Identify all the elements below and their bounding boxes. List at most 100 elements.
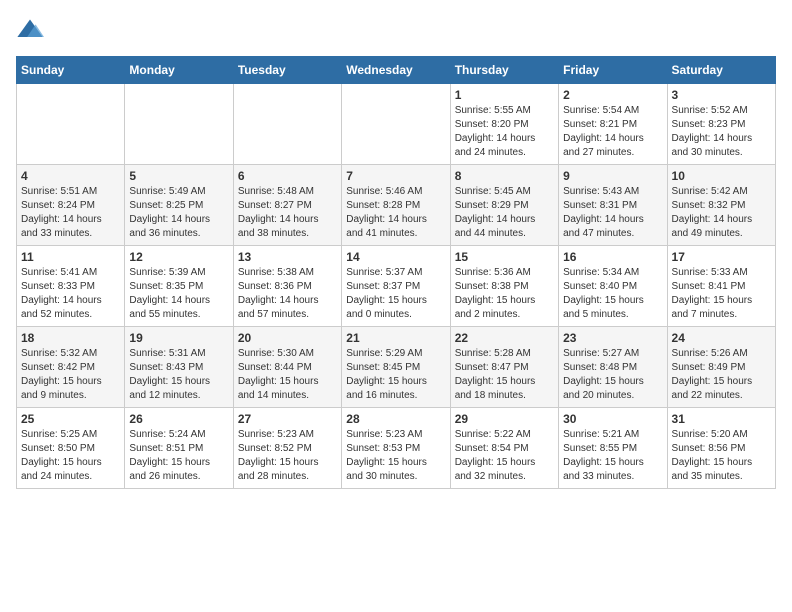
header-thursday: Thursday	[450, 57, 558, 84]
day-number: 8	[455, 169, 554, 183]
header-wednesday: Wednesday	[342, 57, 450, 84]
day-number: 25	[21, 412, 120, 426]
day-number: 17	[672, 250, 771, 264]
calendar-cell: 6 Sunrise: 5:48 AM Sunset: 8:27 PM Daylig…	[233, 165, 341, 246]
calendar-cell: 9 Sunrise: 5:43 AM Sunset: 8:31 PM Daylig…	[559, 165, 667, 246]
day-info: Sunrise: 5:33 AM Sunset: 8:41 PM Dayligh…	[672, 266, 771, 322]
calendar-week-row: 11 Sunrise: 5:41 AM Sunset: 8:33 PM Dayli…	[17, 246, 776, 327]
calendar-cell: 20 Sunrise: 5:30 AM Sunset: 8:44 PM Dayli…	[233, 327, 341, 408]
day-info: Sunrise: 5:21 AM Sunset: 8:55 PM Dayligh…	[563, 428, 662, 484]
day-info: Sunrise: 5:55 AM Sunset: 8:20 PM Dayligh…	[455, 104, 554, 160]
day-number: 6	[238, 169, 337, 183]
day-info: Sunrise: 5:22 AM Sunset: 8:54 PM Dayligh…	[455, 428, 554, 484]
day-info: Sunrise: 5:41 AM Sunset: 8:33 PM Dayligh…	[21, 266, 120, 322]
day-number: 10	[672, 169, 771, 183]
calendar-cell: 14 Sunrise: 5:37 AM Sunset: 8:37 PM Dayli…	[342, 246, 450, 327]
day-number: 4	[21, 169, 120, 183]
header-tuesday: Tuesday	[233, 57, 341, 84]
day-info: Sunrise: 5:43 AM Sunset: 8:31 PM Dayligh…	[563, 185, 662, 241]
calendar-header-row: SundayMondayTuesdayWednesdayThursdayFrid…	[17, 57, 776, 84]
day-info: Sunrise: 5:23 AM Sunset: 8:52 PM Dayligh…	[238, 428, 337, 484]
day-info: Sunrise: 5:24 AM Sunset: 8:51 PM Dayligh…	[129, 428, 228, 484]
day-number: 24	[672, 331, 771, 345]
calendar-cell: 2 Sunrise: 5:54 AM Sunset: 8:21 PM Daylig…	[559, 84, 667, 165]
day-number: 31	[672, 412, 771, 426]
day-number: 27	[238, 412, 337, 426]
page-header	[16, 16, 776, 44]
calendar-week-row: 4 Sunrise: 5:51 AM Sunset: 8:24 PM Daylig…	[17, 165, 776, 246]
calendar-cell: 17 Sunrise: 5:33 AM Sunset: 8:41 PM Dayli…	[667, 246, 775, 327]
calendar-cell: 7 Sunrise: 5:46 AM Sunset: 8:28 PM Daylig…	[342, 165, 450, 246]
calendar-cell: 28 Sunrise: 5:23 AM Sunset: 8:53 PM Dayli…	[342, 408, 450, 489]
calendar-cell: 21 Sunrise: 5:29 AM Sunset: 8:45 PM Dayli…	[342, 327, 450, 408]
calendar-cell: 1 Sunrise: 5:55 AM Sunset: 8:20 PM Daylig…	[450, 84, 558, 165]
calendar-cell: 25Sunrise: 5:25 AM Sunset: 8:50 PM Dayli…	[17, 408, 125, 489]
calendar-cell: 3Sunrise: 5:52 AM Sunset: 8:23 PM Daylig…	[667, 84, 775, 165]
calendar-cell: 30 Sunrise: 5:21 AM Sunset: 8:55 PM Dayli…	[559, 408, 667, 489]
day-info: Sunrise: 5:29 AM Sunset: 8:45 PM Dayligh…	[346, 347, 445, 403]
header-saturday: Saturday	[667, 57, 775, 84]
calendar-cell: 24 Sunrise: 5:26 AM Sunset: 8:49 PM Dayli…	[667, 327, 775, 408]
day-info: Sunrise: 5:23 AM Sunset: 8:53 PM Dayligh…	[346, 428, 445, 484]
day-number: 28	[346, 412, 445, 426]
day-info: Sunrise: 5:26 AM Sunset: 8:49 PM Dayligh…	[672, 347, 771, 403]
day-number: 14	[346, 250, 445, 264]
day-number: 20	[238, 331, 337, 345]
calendar-cell	[17, 84, 125, 165]
logo-icon	[16, 16, 44, 44]
day-info: Sunrise: 5:28 AM Sunset: 8:47 PM Dayligh…	[455, 347, 554, 403]
day-number: 29	[455, 412, 554, 426]
day-info: Sunrise: 5:38 AM Sunset: 8:36 PM Dayligh…	[238, 266, 337, 322]
calendar-cell	[342, 84, 450, 165]
day-number: 15	[455, 250, 554, 264]
header-sunday: Sunday	[17, 57, 125, 84]
day-info: Sunrise: 5:36 AM Sunset: 8:38 PM Dayligh…	[455, 266, 554, 322]
day-info: Sunrise: 5:32 AM Sunset: 8:42 PM Dayligh…	[21, 347, 120, 403]
calendar-cell: 29 Sunrise: 5:22 AM Sunset: 8:54 PM Dayli…	[450, 408, 558, 489]
day-info: Sunrise: 5:42 AM Sunset: 8:32 PM Dayligh…	[672, 185, 771, 241]
day-number: 16	[563, 250, 662, 264]
calendar-cell: 27 Sunrise: 5:23 AM Sunset: 8:52 PM Dayli…	[233, 408, 341, 489]
day-number: 23	[563, 331, 662, 345]
day-number: 3	[672, 88, 771, 102]
calendar-cell: 13 Sunrise: 5:38 AM Sunset: 8:36 PM Dayli…	[233, 246, 341, 327]
day-number: 30	[563, 412, 662, 426]
calendar-cell: 19 Sunrise: 5:31 AM Sunset: 8:43 PM Dayli…	[125, 327, 233, 408]
day-info: Sunrise: 5:48 AM Sunset: 8:27 PM Dayligh…	[238, 185, 337, 241]
calendar-cell: 10 Sunrise: 5:42 AM Sunset: 8:32 PM Dayli…	[667, 165, 775, 246]
calendar-cell	[233, 84, 341, 165]
calendar-cell: 26 Sunrise: 5:24 AM Sunset: 8:51 PM Dayli…	[125, 408, 233, 489]
day-info: Sunrise: 5:54 AM Sunset: 8:21 PM Dayligh…	[563, 104, 662, 160]
day-number: 7	[346, 169, 445, 183]
day-info: Sunrise: 5:30 AM Sunset: 8:44 PM Dayligh…	[238, 347, 337, 403]
day-number: 13	[238, 250, 337, 264]
calendar-week-row: 18 Sunrise: 5:32 AM Sunset: 8:42 PM Dayli…	[17, 327, 776, 408]
day-info: Sunrise: 5:49 AM Sunset: 8:25 PM Dayligh…	[129, 185, 228, 241]
day-number: 22	[455, 331, 554, 345]
day-number: 5	[129, 169, 228, 183]
day-number: 12	[129, 250, 228, 264]
calendar-cell: 16 Sunrise: 5:34 AM Sunset: 8:40 PM Dayli…	[559, 246, 667, 327]
calendar-cell: 31Sunrise: 5:20 AM Sunset: 8:56 PM Dayli…	[667, 408, 775, 489]
calendar-week-row: 1 Sunrise: 5:55 AM Sunset: 8:20 PM Daylig…	[17, 84, 776, 165]
calendar-cell: 4 Sunrise: 5:51 AM Sunset: 8:24 PM Daylig…	[17, 165, 125, 246]
day-number: 1	[455, 88, 554, 102]
day-info: Sunrise: 5:31 AM Sunset: 8:43 PM Dayligh…	[129, 347, 228, 403]
day-number: 26	[129, 412, 228, 426]
day-info: Sunrise: 5:45 AM Sunset: 8:29 PM Dayligh…	[455, 185, 554, 241]
day-number: 19	[129, 331, 228, 345]
day-number: 2	[563, 88, 662, 102]
calendar-cell: 12Sunrise: 5:39 AM Sunset: 8:35 PM Dayli…	[125, 246, 233, 327]
day-info: Sunrise: 5:37 AM Sunset: 8:37 PM Dayligh…	[346, 266, 445, 322]
calendar-cell: 15 Sunrise: 5:36 AM Sunset: 8:38 PM Dayli…	[450, 246, 558, 327]
day-number: 21	[346, 331, 445, 345]
calendar-table: SundayMondayTuesdayWednesdayThursdayFrid…	[16, 56, 776, 489]
day-info: Sunrise: 5:51 AM Sunset: 8:24 PM Dayligh…	[21, 185, 120, 241]
day-number: 9	[563, 169, 662, 183]
day-info: Sunrise: 5:46 AM Sunset: 8:28 PM Dayligh…	[346, 185, 445, 241]
day-number: 18	[21, 331, 120, 345]
day-info: Sunrise: 5:27 AM Sunset: 8:48 PM Dayligh…	[563, 347, 662, 403]
day-number: 11	[21, 250, 120, 264]
day-info: Sunrise: 5:34 AM Sunset: 8:40 PM Dayligh…	[563, 266, 662, 322]
calendar-cell	[125, 84, 233, 165]
